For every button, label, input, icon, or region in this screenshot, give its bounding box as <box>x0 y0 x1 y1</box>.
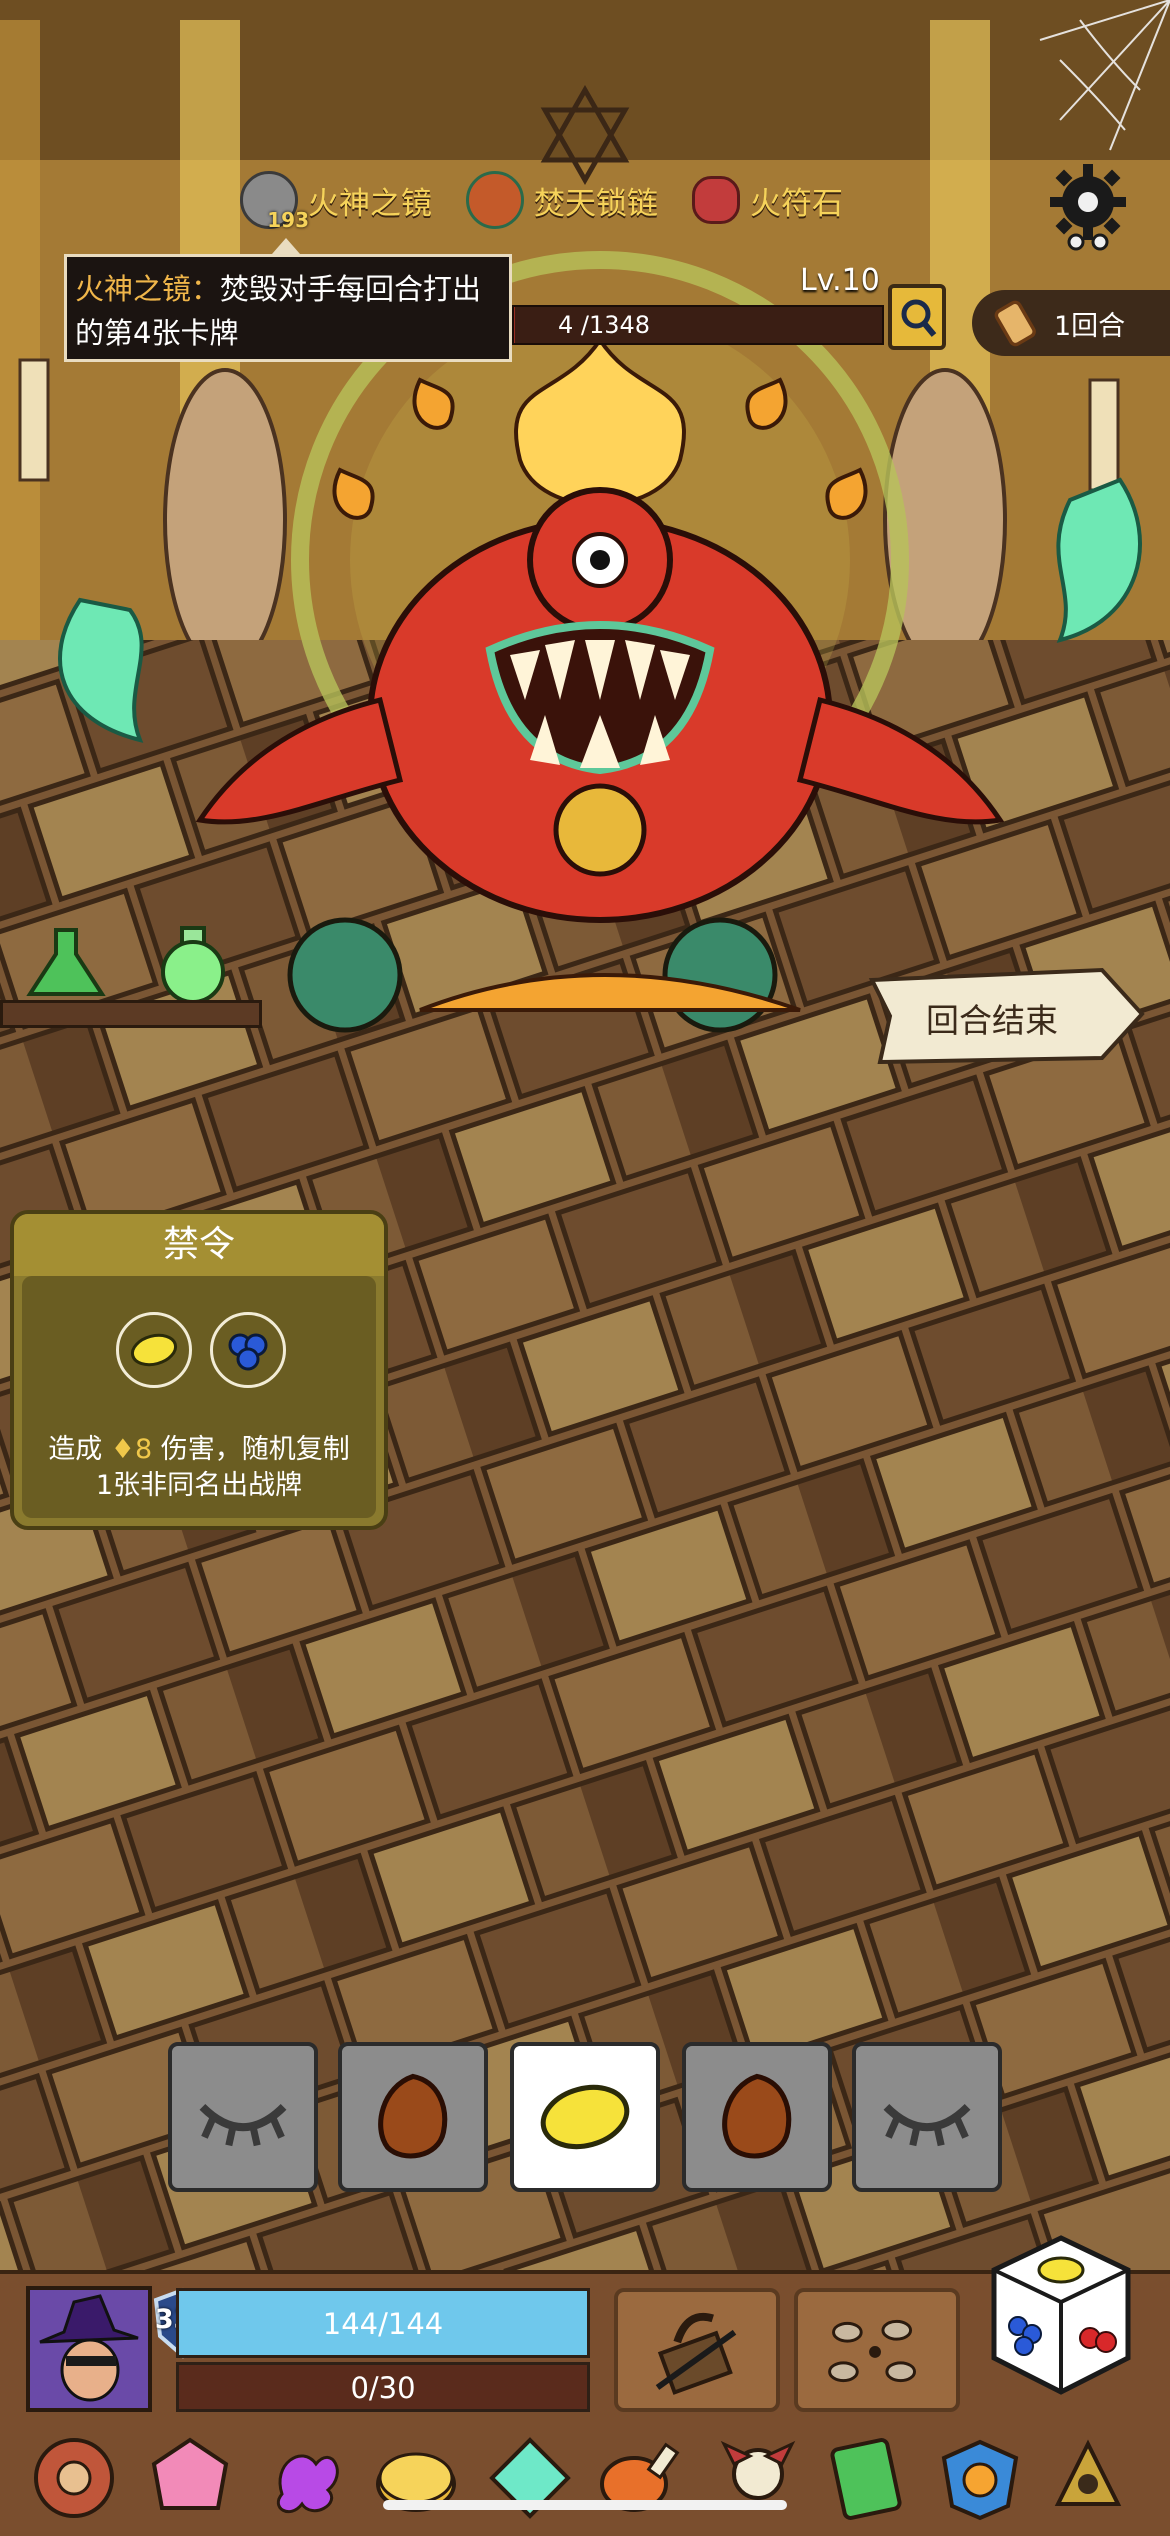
burst-icon <box>828 2319 917 2383</box>
relic-tooltip: 火神之镜：焚毁对手每回合打出 的第4张卡牌 <box>64 254 512 362</box>
dice-slot-2[interactable] <box>338 2042 488 2192</box>
card-title: 禁令 <box>14 1214 384 1276</box>
lime-potion-icon[interactable] <box>161 926 225 1004</box>
dice-slot-5[interactable] <box>852 2042 1002 2192</box>
card-ban[interactable]: 禁令 造成 ♦8 伤害，随机复制 1张非同名出战牌 <box>10 1210 388 1530</box>
end-turn-label: 回合结束 <box>926 1001 1058 1040</box>
relic-fire-mirror[interactable]: 193 火神之镜 <box>240 171 432 232</box>
green-card-icon[interactable] <box>822 2434 910 2522</box>
shield-wheel-icon[interactable] <box>30 2434 118 2522</box>
player-xp-text: 0/30 <box>350 2371 416 2405</box>
scroll-icon <box>994 300 1036 347</box>
player-hp-text: 144/144 <box>322 2307 444 2341</box>
tooltip-colon: ： <box>191 272 221 306</box>
potion-shelf <box>0 1000 262 1028</box>
almond-icon <box>722 2073 792 2159</box>
desc-line2: 1张非同名出战牌 <box>95 1470 303 1501</box>
closed-eye-icon <box>883 2103 971 2147</box>
potion-row <box>26 926 225 1004</box>
relic-count-badge: 193 <box>267 208 309 232</box>
tooltip-title: 火神之镜 <box>75 272 192 306</box>
player-xp-bar: 0/30 <box>176 2362 590 2412</box>
damage-diamond-icon: ♦ <box>110 1434 136 1465</box>
relic-name: 火神之镜 <box>308 185 432 222</box>
relic-bar: 193 火神之镜 焚天锁链 火符石 <box>240 160 940 240</box>
dice-slot-1[interactable] <box>168 2042 318 2192</box>
enemy-level: Lv.10 <box>800 263 880 298</box>
dice-slot-3[interactable] <box>510 2042 660 2192</box>
green-potion-icon[interactable] <box>26 928 106 996</box>
gold-relic-icon[interactable] <box>1044 2434 1132 2522</box>
chain-icon <box>466 171 524 229</box>
enemy-hp-fill <box>514 307 516 343</box>
almond-icon <box>378 2073 448 2159</box>
dice-slot-4[interactable] <box>682 2042 832 2192</box>
magnifier-icon <box>901 299 937 337</box>
settings-gear-icon[interactable] <box>1040 158 1136 254</box>
enemy-hp-bar: 4 /1348 <box>512 305 884 345</box>
relic-name: 火符石 <box>750 185 843 222</box>
desc-prefix: 造成 <box>48 1434 103 1465</box>
end-turn-button[interactable]: 回合结束 <box>866 966 1146 1065</box>
tooltip-line2: 的第4张卡牌 <box>75 316 239 350</box>
card-description: 造成 ♦8 伤害，随机复制 1张非同名出战牌 <box>14 1432 384 1504</box>
relic-sky-chain[interactable]: 焚天锁链 <box>466 171 658 229</box>
enemy-hp-text: 4 /1348 <box>558 311 651 339</box>
pink-gem-icon[interactable] <box>146 2434 234 2522</box>
scatter-skill-button[interactable] <box>794 2288 960 2412</box>
home-indicator <box>383 2500 787 2510</box>
player-avatar[interactable] <box>26 2286 152 2412</box>
closed-eye-icon <box>199 2103 287 2147</box>
lemon-icon <box>116 1312 192 1388</box>
purple-splash-icon[interactable] <box>262 2434 350 2522</box>
tooltip-line1: 焚毁对手每回合打出 <box>220 272 482 306</box>
relic-fire-stone[interactable]: 火符石 <box>692 176 843 224</box>
mirror-icon: 193 <box>240 171 309 232</box>
berry-icon <box>210 1312 286 1388</box>
round-label: 1回合 <box>1054 310 1126 342</box>
damage-value: 8 <box>135 1434 153 1465</box>
lemon-icon <box>540 2084 630 2150</box>
roll-dice-button[interactable] <box>986 2230 1136 2400</box>
tooltip-caret <box>272 238 300 254</box>
lock-skill-button[interactable] <box>614 2288 780 2412</box>
stone-icon <box>692 176 740 224</box>
desc-suffix: 伤害，随机复制 <box>160 1434 350 1465</box>
round-counter: 1回合 <box>972 290 1170 356</box>
relic-name: 焚天锁链 <box>534 185 658 222</box>
lock-icon <box>655 2312 737 2395</box>
inspect-enemy-button[interactable] <box>888 284 946 350</box>
player-hp-bar: 144/144 <box>176 2288 590 2358</box>
blue-pumpkin-icon[interactable] <box>936 2434 1024 2522</box>
dice-icon <box>991 2235 1131 2395</box>
